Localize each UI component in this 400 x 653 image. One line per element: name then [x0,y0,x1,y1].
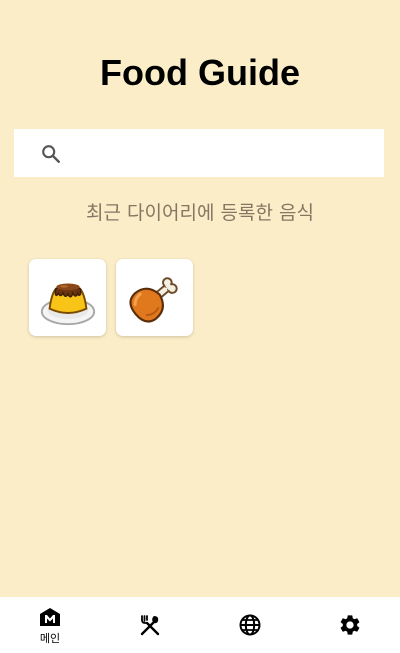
nav-item-food[interactable] [100,597,200,653]
search-icon [42,144,60,163]
custard-pudding-icon [40,282,95,325]
search-bar[interactable] [14,129,384,177]
gear-icon [340,615,360,635]
bottom-navigation: 메인 [0,597,400,653]
recent-foods-list [29,259,193,336]
globe-icon [239,614,261,636]
search-input[interactable] [76,129,384,177]
food-card-chicken[interactable] [116,259,193,336]
fork-knife-icon [140,615,160,636]
recent-foods-label: 최근 다이어리에 등록한 음식 [86,202,314,224]
nav-item-settings[interactable] [300,597,400,653]
home-icon [40,607,60,626]
nav-label-main: 메인 [39,631,61,645]
nav-item-world[interactable] [200,597,300,653]
nav-item-main[interactable]: 메인 [0,597,100,653]
page-title: Food Guide [100,52,300,93]
chicken-drumstick-icon [128,276,178,323]
food-card-pudding[interactable] [29,259,106,336]
